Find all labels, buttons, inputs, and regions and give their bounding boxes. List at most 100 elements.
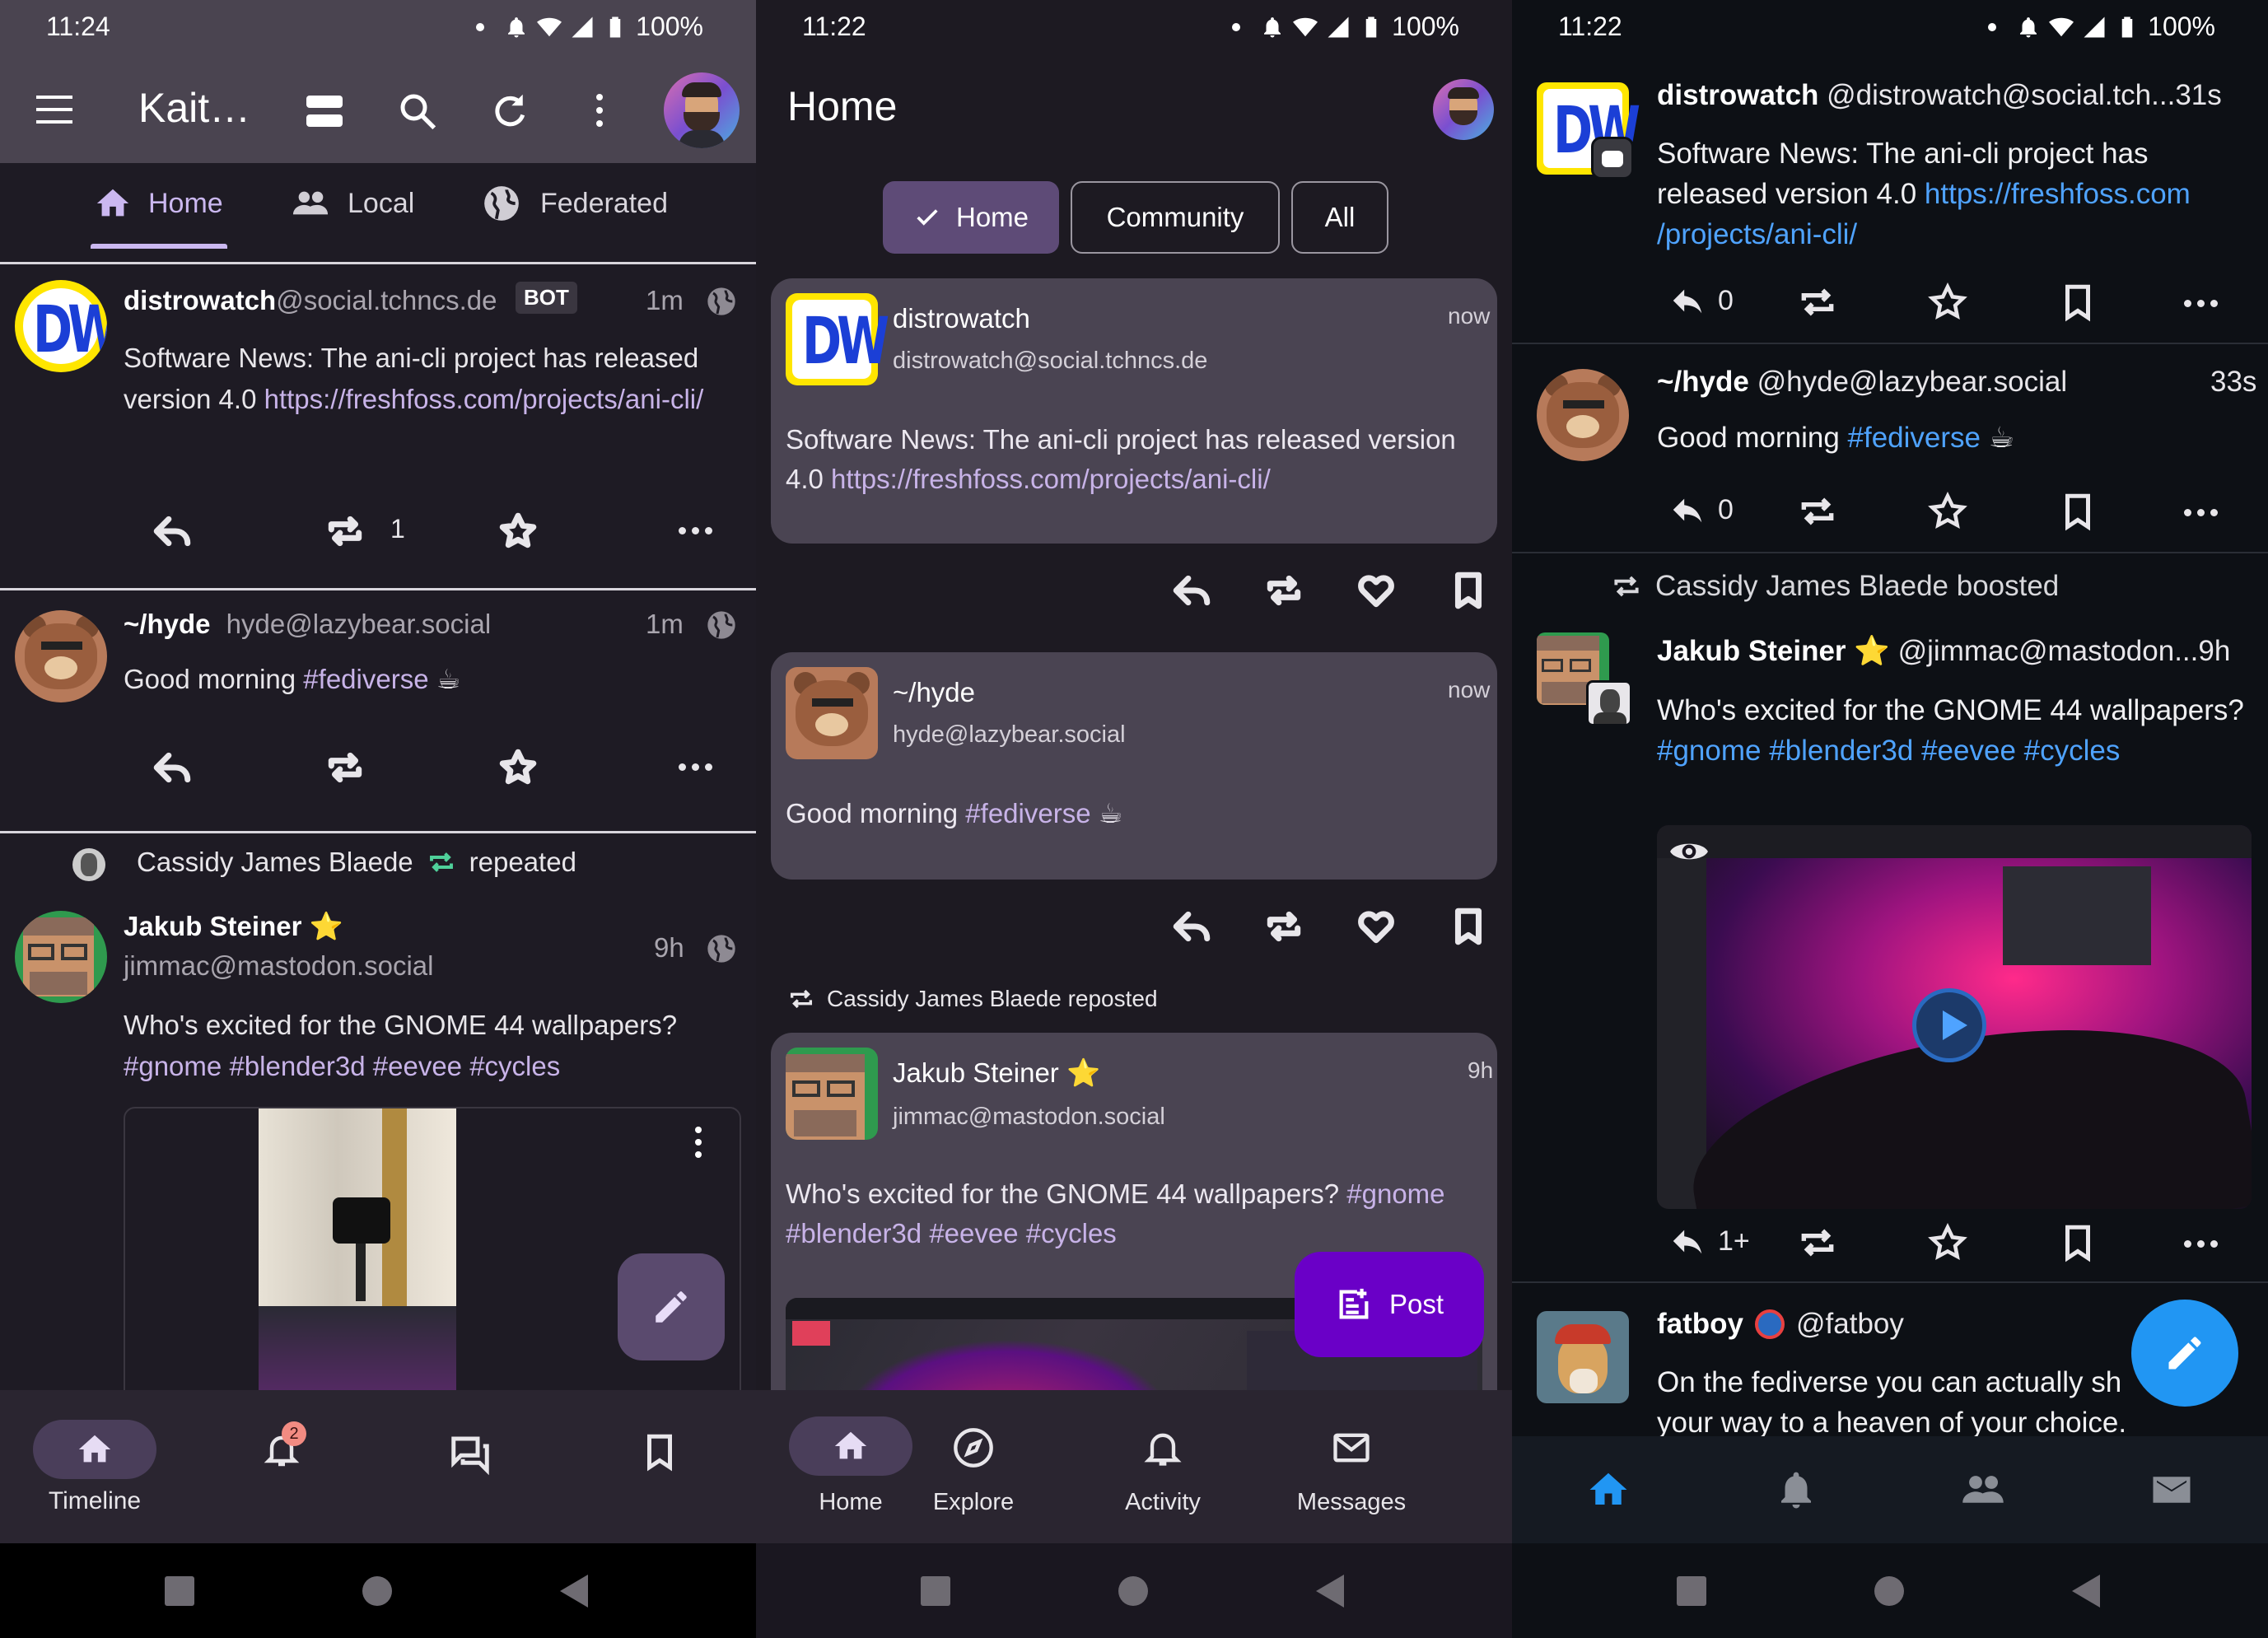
- star-icon[interactable]: [497, 747, 539, 788]
- reply-icon[interactable]: [152, 511, 193, 552]
- eye-icon[interactable]: [1668, 837, 1710, 866]
- boost-icon[interactable]: [1263, 570, 1304, 611]
- nav-timeline[interactable]: [33, 1420, 156, 1479]
- hashtag-link[interactable]: #fediverse: [303, 664, 428, 694]
- back-button[interactable]: [560, 1575, 588, 1608]
- hashtag-link[interactable]: #blender3d: [229, 1051, 365, 1081]
- star-icon[interactable]: [1927, 1222, 1968, 1263]
- more-icon[interactable]: [679, 527, 712, 534]
- distrowatch-avatar[interactable]: DW: [1537, 82, 1640, 180]
- jimmac-avatar[interactable]: [15, 911, 107, 1003]
- refresh-icon[interactable]: [488, 89, 532, 133]
- star-icon[interactable]: [1927, 491, 1968, 532]
- status-card[interactable]: Cassidy James Blaede boosted Jakub Stein…: [1512, 553, 2268, 1283]
- fatboy-avatar[interactable]: [1537, 1311, 1629, 1403]
- more-icon[interactable]: [2184, 300, 2218, 307]
- hashtag-link[interactable]: #blender3d: [786, 1218, 922, 1248]
- home-icon[interactable]: [1586, 1468, 1631, 1512]
- star-icon[interactable]: [497, 511, 539, 552]
- chip-home[interactable]: Home: [883, 181, 1059, 254]
- boost-icon[interactable]: [1797, 1222, 1838, 1263]
- post-link[interactable]: /projects/ani-cli/: [1657, 218, 1857, 250]
- reply-action[interactable]: 0: [1668, 282, 1734, 320]
- search-icon[interactable]: [395, 89, 440, 133]
- reply-icon[interactable]: [1171, 570, 1212, 611]
- booster-name[interactable]: Cassidy James Blaede: [137, 847, 413, 878]
- reply-action[interactable]: 0: [1668, 491, 1734, 529]
- reply-action[interactable]: 1+: [1668, 1222, 1750, 1260]
- hashtag-link[interactable]: #eevee: [929, 1218, 1018, 1248]
- boost-icon[interactable]: [1797, 282, 1838, 323]
- chip-all[interactable]: All: [1291, 181, 1388, 254]
- hyde-avatar[interactable]: [15, 610, 107, 702]
- recents-button[interactable]: [165, 1576, 194, 1606]
- hashtag-link[interactable]: #cycles: [469, 1051, 560, 1081]
- post-link[interactable]: https://freshfoss.com/projects/ani-cli/: [831, 464, 1271, 494]
- star-icon[interactable]: [1927, 282, 1968, 323]
- status-card[interactable]: ~/hyde hyde@lazybear.social 1m Good morn…: [0, 590, 756, 831]
- bookmark-icon[interactable]: [2057, 282, 2098, 323]
- hashtag-link[interactable]: #eevee: [373, 1051, 462, 1081]
- nav-home[interactable]: [789, 1416, 912, 1476]
- bookmark-icon[interactable]: [1448, 570, 1489, 611]
- more-icon[interactable]: [2184, 509, 2218, 516]
- status-card[interactable]: DW distrowatch@social.tchncs.de BOT 1m S…: [0, 265, 756, 588]
- bell-icon[interactable]: [1141, 1426, 1184, 1469]
- distrowatch-avatar[interactable]: DW: [786, 293, 889, 385]
- hashtag-link[interactable]: #cycles: [1026, 1218, 1117, 1248]
- overflow-menu-icon[interactable]: [596, 94, 603, 127]
- people-icon[interactable]: [1958, 1468, 2008, 1512]
- boosted-label[interactable]: Cassidy James Blaede boosted: [1655, 570, 2059, 603]
- status-card[interactable]: DW distrowatch @distrowatch@social.tch..…: [1512, 58, 2268, 343]
- tab-home[interactable]: Home: [94, 184, 223, 222]
- boost-icon[interactable]: [1797, 491, 1838, 532]
- tab-local[interactable]: Local: [290, 184, 414, 222]
- reply-icon[interactable]: [152, 747, 193, 788]
- booster-avatar[interactable]: [1586, 680, 1632, 726]
- boost-icon[interactable]: [1263, 906, 1304, 947]
- mail-icon[interactable]: [1329, 1426, 1374, 1469]
- bookmark-icon[interactable]: [2057, 1222, 2098, 1263]
- tabs-icon[interactable]: [306, 96, 343, 127]
- more-icon[interactable]: [679, 763, 712, 771]
- hashtag-link[interactable]: #gnome: [1346, 1178, 1444, 1209]
- home-button[interactable]: [362, 1576, 392, 1606]
- back-button[interactable]: [1316, 1575, 1344, 1608]
- distrowatch-avatar[interactable]: DW: [15, 280, 107, 372]
- post-link[interactable]: https://freshfoss.com/projects/ani-cli/: [264, 384, 704, 414]
- hashtag-link[interactable]: #gnome: [124, 1051, 222, 1081]
- video-attachment[interactable]: [1657, 825, 2252, 1209]
- reply-icon[interactable]: [1171, 906, 1212, 947]
- post-fab[interactable]: Post: [1295, 1252, 1484, 1357]
- media-menu-icon[interactable]: [695, 1127, 702, 1158]
- repost-label[interactable]: Cassidy James Blaede reposted: [827, 986, 1158, 1012]
- bookmark-icon[interactable]: [639, 1431, 680, 1472]
- hashtag-link[interactable]: #fediverse: [965, 798, 1090, 828]
- boost-icon[interactable]: [324, 511, 366, 552]
- status-card[interactable]: ~/hyde hyde@lazybear.social now Good mor…: [771, 652, 1497, 880]
- hashtag-links[interactable]: #gnome #blender3d #eevee #cycles: [1657, 735, 2120, 767]
- nav-notifications[interactable]: 2: [262, 1421, 308, 1476]
- conversations-icon[interactable]: [448, 1431, 492, 1476]
- hashtag-link[interactable]: #fediverse: [1848, 422, 1981, 454]
- profile-avatar[interactable]: [1433, 79, 1494, 140]
- bookmark-icon[interactable]: [1448, 906, 1489, 947]
- post-link[interactable]: https://freshfoss.com: [1925, 178, 2191, 210]
- menu-icon[interactable]: [36, 96, 72, 124]
- heart-icon[interactable]: [1356, 906, 1397, 947]
- tab-federated[interactable]: Federated: [481, 183, 668, 224]
- boost-icon[interactable]: [324, 747, 366, 788]
- home-button[interactable]: [1118, 1576, 1148, 1606]
- mail-icon[interactable]: [2149, 1468, 2194, 1512]
- hyde-avatar[interactable]: [1537, 369, 1629, 461]
- status-card[interactable]: ~/hyde @hyde@lazybear.social 33s Good mo…: [1512, 344, 2268, 552]
- home-button[interactable]: [1874, 1576, 1904, 1606]
- recents-button[interactable]: [921, 1576, 950, 1606]
- compose-fab[interactable]: [2131, 1300, 2238, 1407]
- status-card[interactable]: Jakub Steiner ⭐ jimmac@mastodon.social 9…: [771, 1033, 1497, 1428]
- more-icon[interactable]: [2184, 1240, 2218, 1248]
- status-card[interactable]: DW distrowatch distrowatch@social.tchncs…: [771, 278, 1497, 544]
- back-button[interactable]: [2072, 1575, 2100, 1608]
- bell-icon[interactable]: [1774, 1468, 1818, 1512]
- photo-preview[interactable]: [259, 1108, 456, 1402]
